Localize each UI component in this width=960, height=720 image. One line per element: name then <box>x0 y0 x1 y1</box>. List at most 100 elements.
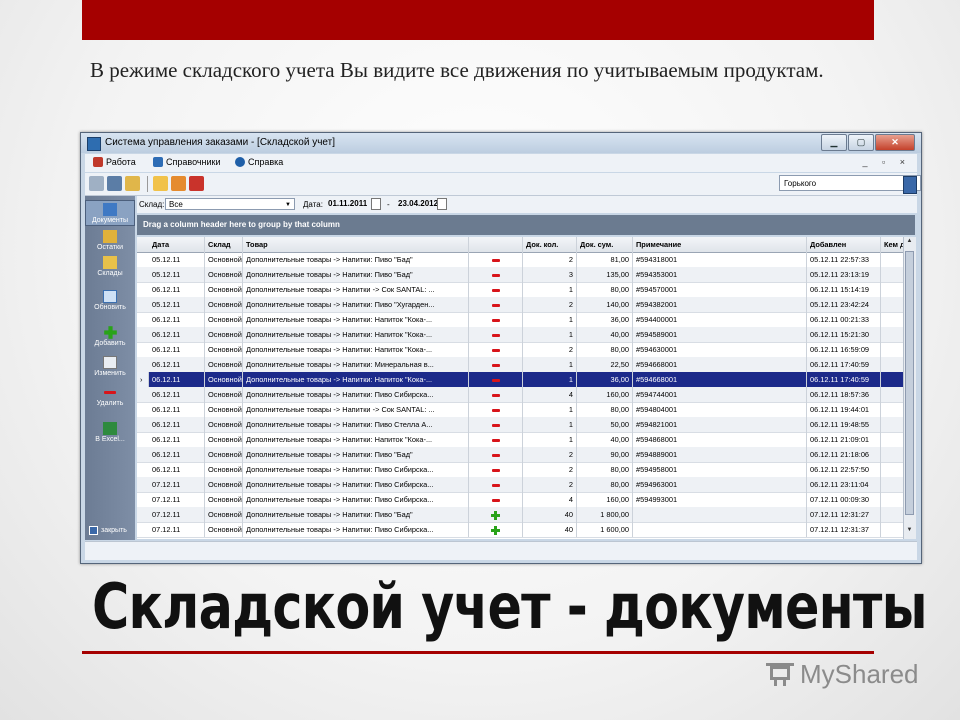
cell-date: 06.12.11 <box>149 447 205 462</box>
cell-by <box>881 417 903 432</box>
warehouse-select[interactable]: Все ▼ <box>165 198 295 210</box>
column-header-added[interactable]: Добавлен <box>807 237 881 252</box>
calendar-icon[interactable] <box>437 198 447 210</box>
settings-icon[interactable] <box>171 176 186 191</box>
cell-sum: 135,00 <box>577 267 633 282</box>
column-header-item[interactable]: Товар <box>243 237 469 252</box>
table-row[interactable]: 06.12.11 Основной Дополнительные товары ->… <box>137 462 903 478</box>
exit-icon[interactable] <box>903 176 917 194</box>
cell-sum: 140,00 <box>577 297 633 312</box>
table-row[interactable]: 06.12.11 Основной Дополнительные товары ->… <box>137 387 903 403</box>
table-row[interactable]: 07.12.11 Основной Дополнительные товары ->… <box>137 492 903 508</box>
table-row[interactable]: 05.12.11 Основной Дополнительные товары ->… <box>137 252 903 268</box>
cell-note: #594353001 <box>633 267 807 282</box>
cell-date: 07.12.11 <box>149 492 205 507</box>
column-header-date[interactable]: Дата <box>149 237 205 252</box>
sidebar-item-add[interactable]: Добавить <box>85 326 135 347</box>
cell-qty: 2 <box>523 342 577 357</box>
toolbar: Горького ▼ <box>85 173 921 196</box>
table-row[interactable]: 07.12.11 Основной Дополнительные товары ->… <box>137 477 903 493</box>
date-from-field[interactable]: 01.11.2011 <box>325 198 371 210</box>
cell-qty: 2 <box>523 477 577 492</box>
cell-op <box>469 312 523 327</box>
add-icon <box>103 326 117 339</box>
cell-store: Основной <box>205 462 243 477</box>
menu-references[interactable]: Справочники <box>153 157 221 167</box>
ruler-icon[interactable] <box>125 176 140 191</box>
menu-bar: Работа Справочники Справка _ ▫ × <box>85 154 917 172</box>
minus-icon <box>491 348 500 352</box>
cell-qty: 40 <box>523 507 577 522</box>
menu-help[interactable]: Справка <box>235 157 283 167</box>
close-button[interactable]: ✕ <box>875 134 915 151</box>
table-row[interactable]: 06.12.11 Основной Дополнительные товары ->… <box>137 357 903 373</box>
warehouse-label: Склад: <box>139 200 165 209</box>
cell-by <box>881 357 903 372</box>
column-header-by[interactable]: Кем добавлен <box>881 237 903 252</box>
scroll-down-icon[interactable]: ▼ <box>905 527 914 538</box>
table-row[interactable]: 06.12.11 Основной Дополнительные товары ->… <box>137 417 903 433</box>
cell-sum: 80,00 <box>577 462 633 477</box>
table-row[interactable]: 06.12.11 Основной Дополнительные товары ->… <box>137 447 903 463</box>
cell-note: #594958001 <box>633 462 807 477</box>
table-row[interactable]: › 06.12.11 Основной Дополнительные товары -… <box>137 372 903 388</box>
sidebar-item-edit[interactable]: Изменить <box>85 356 135 377</box>
table-row[interactable]: 06.12.11 Основной Дополнительные товары ->… <box>137 312 903 328</box>
table-row[interactable]: 06.12.11 Основной Дополнительные товары ->… <box>137 402 903 418</box>
scroll-up-icon[interactable]: ▲ <box>905 238 914 249</box>
column-header-sum[interactable]: Док. сум. <box>577 237 633 252</box>
table-row[interactable]: 05.12.11 Основной Дополнительные товары ->… <box>137 267 903 283</box>
status-bar <box>85 541 917 560</box>
book-icon[interactable] <box>107 176 122 191</box>
group-by-panel[interactable]: Drag a column header here to group by th… <box>137 215 915 235</box>
style-select[interactable]: Горького ▼ <box>779 175 921 191</box>
cell-date: 05.12.11 <box>149 267 205 282</box>
cell-store: Основной <box>205 507 243 522</box>
cell-op <box>469 492 523 507</box>
references-icon <box>153 157 163 167</box>
sidebar-item-documents[interactable]: Документы <box>85 200 135 226</box>
sidebar-item-warehouses[interactable]: Склады <box>85 256 135 277</box>
column-header-qty[interactable]: Док. кол. <box>523 237 577 252</box>
calendar-icon[interactable] <box>371 198 381 210</box>
table-row[interactable]: 06.12.11 Основной Дополнительные товары ->… <box>137 342 903 358</box>
sidebar-item-delete[interactable]: Удалить <box>85 386 135 407</box>
cell-added: 07.12.11 00:09:30 <box>807 492 881 507</box>
cell-date: 06.12.11 <box>149 417 205 432</box>
maximize-button[interactable]: ▢ <box>848 134 874 151</box>
menu-work[interactable]: Работа <box>93 157 136 167</box>
table-row[interactable]: 05.12.11 Основной Дополнительные товары ->… <box>137 297 903 313</box>
cell-store: Основной <box>205 477 243 492</box>
sidebar-item-balance[interactable]: Остатки <box>85 230 135 251</box>
vertical-scrollbar[interactable]: ▲ ▼ <box>903 237 916 539</box>
sidebar-item-refresh[interactable]: Обновить <box>85 290 135 311</box>
cell-store: Основной <box>205 252 243 267</box>
sidebar: Документы Остатки Склады Обновить Добави… <box>85 196 135 540</box>
cell-note: #594993001 <box>633 492 807 507</box>
minimize-button[interactable]: ▁ <box>821 134 847 151</box>
date-to-field[interactable]: 23.04.2012 <box>395 198 443 210</box>
window-titlebar[interactable]: Система управления заказами - [Складской… <box>81 133 921 153</box>
table-row[interactable]: 07.12.11 Основной Дополнительные товары ->… <box>137 507 903 523</box>
mdi-controls[interactable]: _ ▫ × <box>863 157 911 167</box>
back-icon[interactable] <box>89 176 104 191</box>
checklist-icon[interactable] <box>189 176 204 191</box>
cell-op <box>469 387 523 402</box>
table-row[interactable]: 07.12.11 Основной Дополнительные товары ->… <box>137 522 903 538</box>
table-row[interactable]: 06.12.11 Основной Дополнительные товары ->… <box>137 282 903 298</box>
toolbar-separator <box>147 176 148 192</box>
cell-by <box>881 282 903 297</box>
folder-icon[interactable] <box>153 176 168 191</box>
column-header-note[interactable]: Примечание <box>633 237 807 252</box>
cell-by <box>881 297 903 312</box>
scroll-thumb[interactable] <box>905 251 914 515</box>
sidebar-item-close[interactable]: закрыть <box>85 526 139 535</box>
table-row[interactable]: 06.12.11 Основной Дополнительные товары ->… <box>137 432 903 448</box>
sidebar-item-excel[interactable]: В Excel... <box>85 422 135 443</box>
cell-note: #594318001 <box>633 252 807 267</box>
column-header-op[interactable] <box>469 237 523 252</box>
cell-added: 06.12.11 18:57:36 <box>807 387 881 402</box>
table-row[interactable]: 06.12.11 Основной Дополнительные товары ->… <box>137 327 903 343</box>
column-header-store[interactable]: Склад <box>205 237 243 252</box>
cell-by <box>881 522 903 537</box>
